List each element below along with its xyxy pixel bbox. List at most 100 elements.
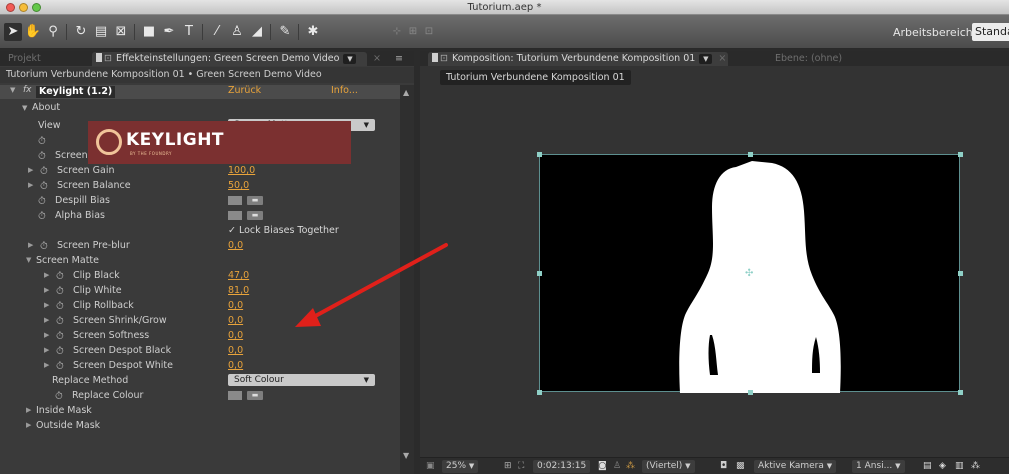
- selection-handle[interactable]: [958, 152, 963, 157]
- resolution-select[interactable]: (Viertel) ▼: [642, 460, 695, 473]
- region-of-interest-icon[interactable]: ◘: [720, 460, 727, 473]
- property-value[interactable]: 47,0: [228, 268, 249, 283]
- stopwatch-icon[interactable]: ⏱: [56, 272, 68, 282]
- anchor-point-icon[interactable]: ✣: [745, 268, 753, 279]
- eyedropper-icon[interactable]: ▬: [247, 391, 263, 400]
- twirl-closed-icon[interactable]: ▶: [44, 298, 49, 313]
- twirl-open-icon[interactable]: ▼: [26, 253, 31, 268]
- property-row[interactable]: ▶ ⏱ Screen Softness 0,0: [0, 328, 400, 343]
- close-tab-icon[interactable]: ×: [373, 52, 381, 66]
- toggle-pixel-aspect-icon[interactable]: ▤: [923, 460, 932, 473]
- twirl-closed-icon[interactable]: ▶: [44, 283, 49, 298]
- property-row[interactable]: ▶ ⏱ Screen Balance 50,0: [0, 178, 400, 193]
- lock-icon[interactable]: ⊡: [440, 53, 448, 64]
- property-value[interactable]: 0,0: [228, 358, 243, 373]
- info-link[interactable]: Info...: [331, 85, 358, 96]
- twirl-closed-icon[interactable]: ▶: [26, 403, 31, 418]
- stopwatch-icon[interactable]: ⏱: [38, 137, 50, 147]
- twirl-open-icon[interactable]: ▼: [10, 86, 15, 94]
- grid-guides-icon[interactable]: ⊞: [504, 460, 512, 473]
- property-value[interactable]: 50,0: [228, 178, 249, 193]
- twirl-closed-icon[interactable]: ▶: [28, 163, 33, 178]
- roto-brush-tool-icon[interactable]: ✎: [276, 23, 294, 41]
- property-row[interactable]: ▶ ⏱ Screen Gain 100,0: [0, 163, 400, 178]
- close-tab-icon[interactable]: ×: [718, 53, 726, 64]
- twirl-closed-icon[interactable]: ▶: [44, 343, 49, 358]
- twirl-closed-icon[interactable]: ▶: [44, 268, 49, 283]
- property-row[interactable]: ▼ Screen Matte: [0, 253, 400, 268]
- selection-handle[interactable]: [958, 271, 963, 276]
- selection-handle[interactable]: [958, 390, 963, 395]
- selection-handle[interactable]: [748, 390, 753, 395]
- property-row[interactable]: ▶ ⏱ Screen Pre-blur 0,0: [0, 238, 400, 253]
- camera-select[interactable]: Aktive Kamera ▼: [754, 460, 837, 473]
- always-preview-icon[interactable]: ▣: [426, 460, 435, 473]
- pen-tool-icon[interactable]: ✒: [160, 23, 178, 41]
- stopwatch-icon[interactable]: ⏱: [38, 197, 50, 207]
- eraser-tool-icon[interactable]: ◢: [248, 23, 266, 41]
- stopwatch-icon[interactable]: ⏱: [56, 287, 68, 297]
- color-swatch[interactable]: [228, 391, 242, 400]
- tab-effect-controls[interactable]: ⊡ Effekteinstellungen: Green Screen Demo …: [92, 52, 367, 66]
- lock-icon[interactable]: ⊡: [104, 53, 112, 64]
- stopwatch-icon[interactable]: ⏱: [40, 167, 52, 177]
- fx-icon[interactable]: fx: [23, 85, 32, 95]
- effect-panel-scrollbar[interactable]: ▲ ▼: [400, 85, 414, 474]
- effect-header-row[interactable]: ▼ fx Keylight (1.2) Zurück Info...: [0, 85, 400, 99]
- stopwatch-icon[interactable]: ⏱: [40, 182, 52, 192]
- stopwatch-icon[interactable]: ⏱: [56, 347, 68, 357]
- stopwatch-icon[interactable]: ⏱: [56, 332, 68, 342]
- stopwatch-icon[interactable]: ⏱: [56, 317, 68, 327]
- property-select[interactable]: Soft Colour ▼: [228, 374, 375, 386]
- property-row[interactable]: ⏱ Alpha Bias ▬: [0, 208, 400, 223]
- eyedropper-icon[interactable]: ▬: [247, 211, 263, 220]
- selection-tool-icon[interactable]: ➤: [4, 23, 22, 41]
- twirl-closed-icon[interactable]: ▶: [44, 328, 49, 343]
- workspace-select[interactable]: Standa: [972, 23, 1009, 41]
- stopwatch-icon[interactable]: ⏱: [55, 392, 67, 402]
- panel-menu-icon[interactable]: ≡: [395, 52, 403, 66]
- reset-link[interactable]: Zurück: [228, 85, 261, 96]
- stopwatch-icon[interactable]: ⏱: [56, 362, 68, 372]
- property-value[interactable]: 81,0: [228, 283, 249, 298]
- property-value[interactable]: 0,0: [228, 238, 243, 253]
- tab-layer[interactable]: Ebene: (ohne): [775, 52, 842, 66]
- composition-dropdown-icon[interactable]: ▼: [699, 54, 713, 64]
- stopwatch-icon[interactable]: ⏱: [38, 212, 50, 222]
- tab-composition[interactable]: ⊡ Komposition: Tutorium Verbundene Kompos…: [428, 52, 728, 66]
- property-value[interactable]: 100,0: [228, 163, 255, 178]
- property-row[interactable]: ✓ Lock Biases Together: [0, 223, 400, 238]
- twirl-closed-icon[interactable]: ▶: [26, 418, 31, 433]
- mask-visibility-icon[interactable]: ⛶: [518, 460, 524, 473]
- stopwatch-icon[interactable]: ⏱: [56, 302, 68, 312]
- fast-previews-icon[interactable]: ◈: [939, 460, 946, 473]
- axis-mode-icon[interactable]: ⊡: [420, 23, 438, 41]
- layer-dropdown-icon[interactable]: ▼: [343, 54, 357, 64]
- eyedropper-icon[interactable]: ▬: [247, 196, 263, 205]
- twirl-closed-icon[interactable]: ▶: [44, 313, 49, 328]
- selection-handle[interactable]: [537, 271, 542, 276]
- effect-name[interactable]: Keylight (1.2): [36, 86, 116, 98]
- scroll-down-icon[interactable]: ▼: [403, 451, 409, 460]
- text-tool-icon[interactable]: T: [180, 23, 198, 41]
- rotate-tool-icon[interactable]: ↻: [72, 23, 90, 41]
- camera-tool-icon[interactable]: ▤: [92, 23, 110, 41]
- puppet-pin-tool-icon[interactable]: ✱: [304, 23, 322, 41]
- property-row[interactable]: ▶ ⏱ Clip White 81,0: [0, 283, 400, 298]
- selection-handle[interactable]: [537, 390, 542, 395]
- color-swatch[interactable]: [228, 196, 242, 205]
- twirl-closed-icon[interactable]: ▶: [44, 358, 49, 373]
- tab-project[interactable]: Projekt: [8, 52, 41, 66]
- zoom-select[interactable]: 25% ▼: [442, 460, 479, 473]
- property-row[interactable]: ▶ ⏱ Screen Shrink/Grow 0,0: [0, 313, 400, 328]
- property-value[interactable]: 0,0: [228, 313, 243, 328]
- stopwatch-icon[interactable]: ⏱: [40, 242, 52, 252]
- brush-tool-icon[interactable]: ⁄: [208, 23, 226, 41]
- flowchart-icon[interactable]: ⁂: [971, 460, 980, 473]
- property-row[interactable]: ▶ Outside Mask: [0, 418, 400, 433]
- channel-icon[interactable]: ⁂: [626, 460, 635, 473]
- timeline-icon[interactable]: ▥: [955, 460, 964, 473]
- snapshot-icon[interactable]: ◙: [598, 460, 607, 473]
- twirl-closed-icon[interactable]: ▶: [28, 178, 33, 193]
- selection-handle[interactable]: [537, 152, 542, 157]
